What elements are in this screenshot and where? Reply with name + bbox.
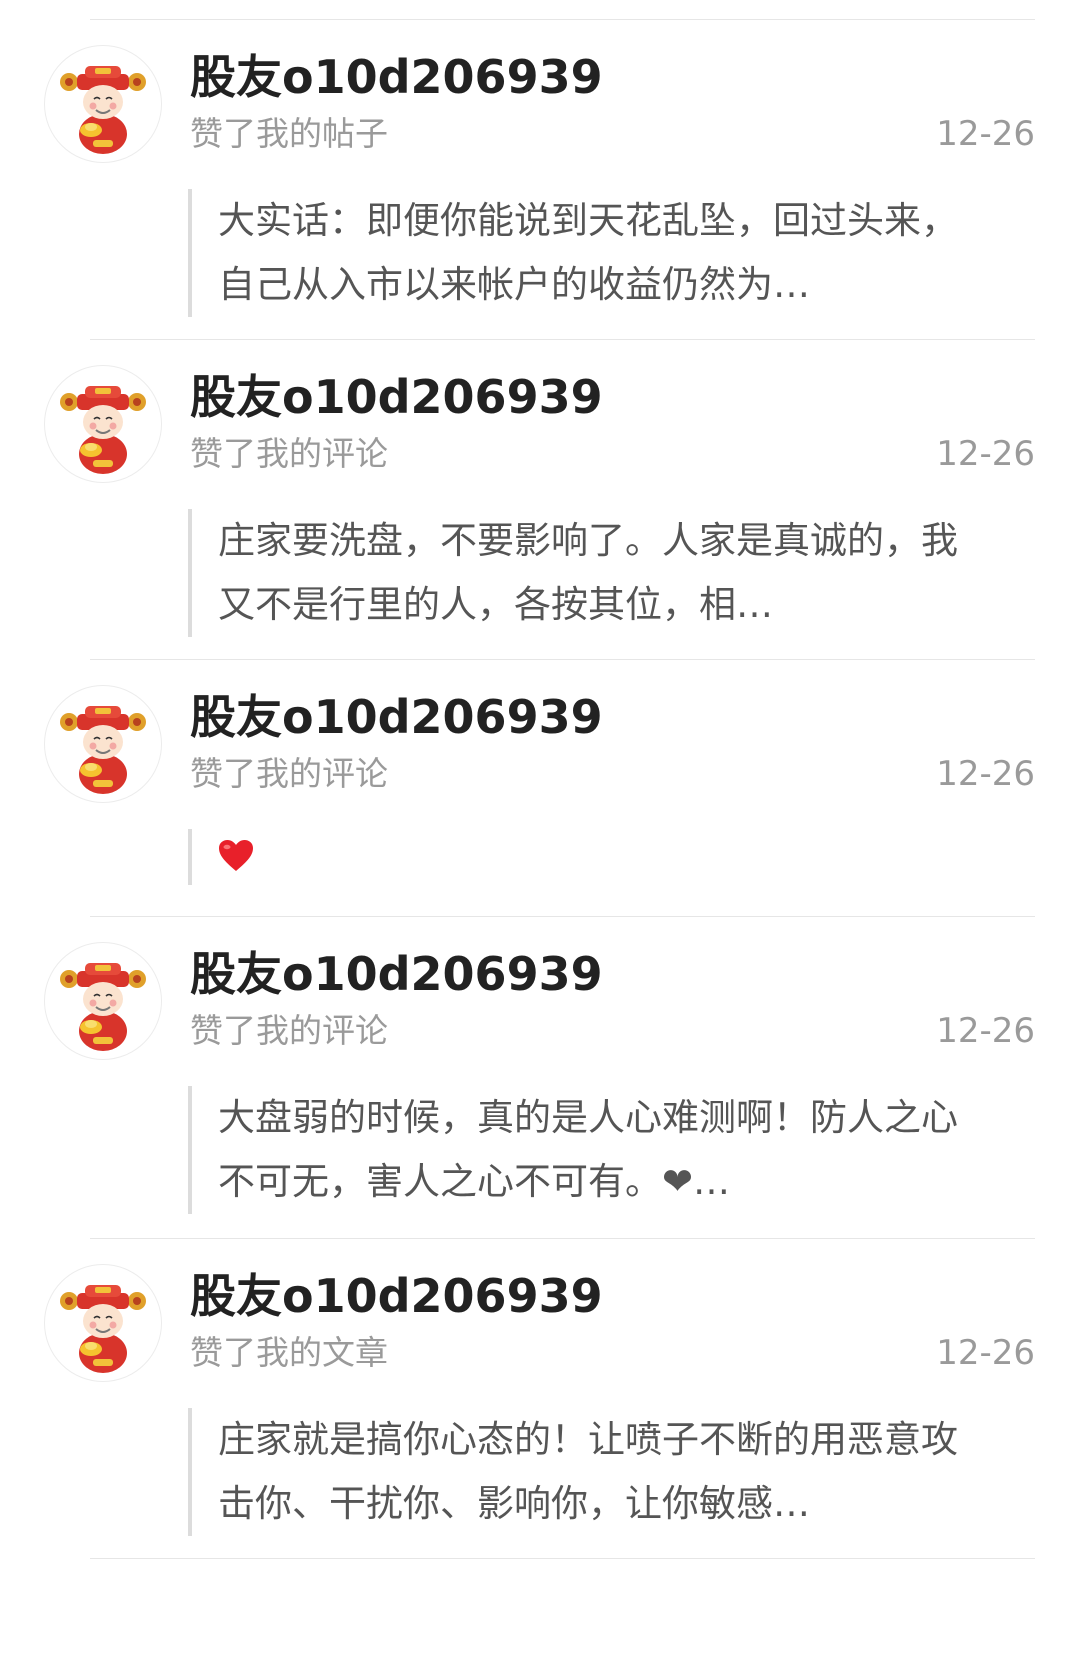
timestamp: 12-26	[936, 1011, 1035, 1051]
action-text: 赞了我的文章	[190, 1333, 388, 1372]
divider	[90, 1558, 1035, 1559]
god-of-wealth-avatar-icon	[60, 386, 146, 474]
username[interactable]: 股友o10d206939	[190, 942, 603, 1006]
username[interactable]: 股友o10d206939	[190, 685, 603, 749]
quoted-text: 大盘弱的时候，真的是人心难测啊！防人之心不可无，害人之心不可有。❤…	[218, 1096, 958, 1203]
timestamp: 12-26	[936, 114, 1035, 154]
god-of-wealth-avatar-icon	[60, 66, 146, 154]
username[interactable]: 股友o10d206939	[190, 45, 603, 109]
avatar[interactable]	[44, 685, 162, 803]
quoted-content[interactable]	[188, 829, 988, 885]
quoted-content[interactable]: 大盘弱的时候，真的是人心难测啊！防人之心不可无，害人之心不可有。❤…	[188, 1086, 988, 1214]
heart-emoji-icon	[219, 840, 253, 871]
username[interactable]: 股友o10d206939	[190, 1264, 603, 1328]
quoted-text: 庄家要洗盘，不要影响了。人家是真诚的，我又不是行里的人，各按其位，相…	[218, 519, 958, 626]
notification-item[interactable]: 股友o10d206939 赞了我的评论 12-26 大盘弱的时候，真的是人心难测…	[0, 916, 1080, 1238]
notification-item[interactable]: 股友o10d206939 赞了我的文章 12-26 庄家就是搞你心态的！让喷子不…	[0, 1238, 1080, 1558]
timestamp: 12-26	[936, 754, 1035, 794]
avatar[interactable]	[44, 45, 162, 163]
avatar[interactable]	[44, 1264, 162, 1382]
quoted-content[interactable]: 大实话：即便你能说到天花乱坠，回过头来，自己从入市以来帐户的收益仍然为…	[188, 189, 988, 317]
god-of-wealth-avatar-icon	[60, 963, 146, 1051]
quoted-content[interactable]: 庄家就是搞你心态的！让喷子不断的用恶意攻击你、干扰你、影响你，让你敏感…	[188, 1408, 988, 1536]
avatar[interactable]	[44, 365, 162, 483]
action-text: 赞了我的评论	[190, 754, 388, 793]
quoted-content[interactable]: 庄家要洗盘，不要影响了。人家是真诚的，我又不是行里的人，各按其位，相…	[188, 509, 988, 637]
action-text: 赞了我的帖子	[190, 114, 388, 153]
action-text: 赞了我的评论	[190, 434, 388, 473]
notification-item[interactable]: 股友o10d206939 赞了我的帖子 12-26 大实话：即便你能说到天花乱坠…	[0, 19, 1080, 339]
quoted-text: 大实话：即便你能说到天花乱坠，回过头来，自己从入市以来帐户的收益仍然为…	[218, 199, 958, 306]
avatar[interactable]	[44, 942, 162, 1060]
notification-item[interactable]: 股友o10d206939 赞了我的评论 12-26	[0, 659, 1080, 916]
timestamp: 12-26	[936, 1333, 1035, 1373]
notification-item[interactable]: 股友o10d206939 赞了我的评论 12-26 庄家要洗盘，不要影响了。人家…	[0, 339, 1080, 659]
quoted-text: 庄家就是搞你心态的！让喷子不断的用恶意攻击你、干扰你、影响你，让你敏感…	[218, 1418, 958, 1525]
username[interactable]: 股友o10d206939	[190, 365, 603, 429]
timestamp: 12-26	[936, 434, 1035, 474]
god-of-wealth-avatar-icon	[60, 706, 146, 794]
god-of-wealth-avatar-icon	[60, 1285, 146, 1373]
action-text: 赞了我的评论	[190, 1011, 388, 1050]
